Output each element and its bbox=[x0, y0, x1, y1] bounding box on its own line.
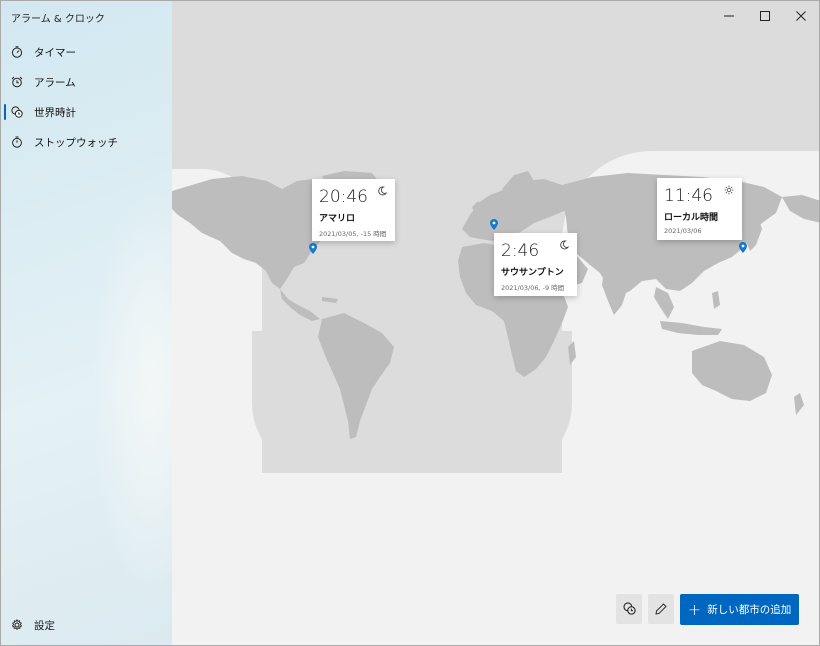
nav-label-stopwatch: ストップウォッチ bbox=[34, 136, 118, 149]
city-card-amarillo[interactable]: 20:46 アマリロ 2021/03/05, -15 時間 bbox=[312, 179, 395, 241]
moon-icon bbox=[376, 185, 388, 197]
nav-label-timer: タイマー bbox=[34, 46, 76, 59]
city-date: 2021/03/06, -9 時間 bbox=[501, 284, 565, 292]
city-date: 2021/03/05, -15 時間 bbox=[319, 230, 387, 238]
app-title: アラーム & クロック bbox=[11, 14, 105, 25]
city-pin-southampton[interactable] bbox=[490, 219, 498, 230]
window-controls bbox=[711, 1, 819, 29]
city-name: アマリロ bbox=[319, 214, 356, 224]
sun-icon bbox=[723, 184, 735, 196]
nav-label-alarm: アラーム bbox=[34, 76, 76, 89]
sidebar: アラーム & クロック タイマー アラーム 世界時計 ストップウォッチ 設定 bbox=[1, 1, 211, 645]
edit-button[interactable] bbox=[648, 594, 674, 624]
city-pin-amarillo[interactable] bbox=[309, 243, 317, 254]
world-clock-icon bbox=[10, 105, 24, 119]
nav-item-world-clock[interactable]: 世界時計 bbox=[1, 97, 172, 127]
city-date: 2021/03/06 bbox=[664, 227, 702, 235]
world-map-view: 20:46 アマリロ 2021/03/05, -15 時間 2:46 サウサンプ… bbox=[172, 1, 819, 645]
compare-button[interactable] bbox=[616, 594, 642, 624]
timer-icon bbox=[10, 45, 24, 59]
nav-item-alarm[interactable]: アラーム bbox=[1, 67, 172, 97]
settings-button[interactable]: 設定 bbox=[10, 614, 55, 636]
settings-label: 設定 bbox=[34, 619, 55, 632]
moon-icon bbox=[558, 239, 570, 251]
compare-clocks-icon bbox=[622, 600, 636, 619]
plus-icon: + bbox=[687, 599, 702, 619]
city-name: サウサンプトン bbox=[501, 268, 564, 278]
gear-icon bbox=[10, 618, 24, 632]
add-city-label: 新しい都市の追加 bbox=[707, 604, 792, 616]
nav-label-world-clock: 世界時計 bbox=[34, 106, 76, 119]
alarm-clock-icon bbox=[10, 75, 24, 89]
minimize-icon bbox=[724, 6, 734, 25]
nav-item-stopwatch[interactable]: ストップウォッチ bbox=[1, 127, 172, 157]
add-city-button[interactable]: + 新しい都市の追加 bbox=[680, 594, 799, 625]
maximize-icon bbox=[760, 6, 770, 25]
nav-menu: タイマー アラーム 世界時計 ストップウォッチ bbox=[1, 37, 172, 157]
maximize-button[interactable] bbox=[747, 1, 783, 29]
app-window: アラーム & クロック タイマー アラーム 世界時計 ストップウォッチ 設定 2… bbox=[0, 0, 820, 646]
city-name: ローカル時間 bbox=[664, 213, 719, 223]
city-card-local[interactable]: 11:46 ローカル時間 2021/03/06 bbox=[657, 178, 742, 240]
city-pin-local[interactable] bbox=[739, 242, 747, 253]
nav-item-timer[interactable]: タイマー bbox=[1, 37, 172, 67]
city-card-southampton[interactable]: 2:46 サウサンプトン 2021/03/06, -9 時間 bbox=[494, 233, 577, 296]
close-button[interactable] bbox=[783, 1, 819, 29]
world-map bbox=[172, 171, 819, 439]
minimize-button[interactable] bbox=[711, 1, 747, 29]
close-icon bbox=[796, 6, 806, 25]
edit-icon bbox=[655, 600, 667, 619]
stopwatch-icon bbox=[10, 135, 24, 149]
